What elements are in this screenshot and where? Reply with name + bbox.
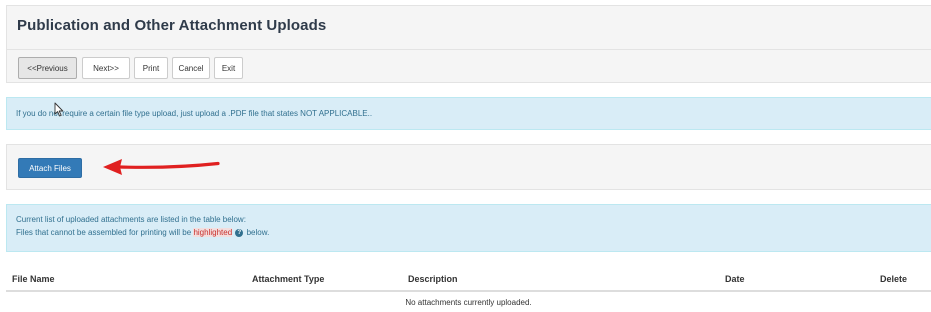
info-line-2: Files that cannot be assembled for print… [16, 228, 269, 237]
empty-table-message: No attachments currently uploaded. [405, 297, 532, 307]
info-line-2-text: Files that cannot be assembled for print… [16, 228, 192, 237]
info-line-1: Current list of uploaded attachments are… [16, 215, 246, 224]
notice-text: If you do not require a certain file typ… [16, 109, 373, 118]
column-header-date: Date [725, 268, 880, 292]
column-header-description: Description [408, 268, 725, 292]
column-header-attachment-type: Attachment Type [252, 268, 408, 292]
attach-files-button[interactable]: Attach Files [18, 158, 82, 178]
print-button[interactable]: Print [134, 57, 168, 79]
info-line-2-suffix: below. [246, 228, 270, 237]
column-header-file-name: File Name [6, 268, 252, 292]
next-button[interactable]: Next>> [82, 57, 130, 79]
highlighted-label: highlighted [193, 228, 233, 237]
cancel-button[interactable]: Cancel [172, 57, 210, 79]
page-title: Publication and Other Attachment Uploads [17, 17, 327, 34]
exit-button[interactable]: Exit [214, 57, 243, 79]
attachments-info-alert: Current list of uploaded attachments are… [6, 204, 931, 252]
table-header-row: File Name Attachment Type Description Da… [6, 268, 931, 292]
annotation-arrow-icon [103, 159, 220, 175]
table-row: No attachments currently uploaded. [6, 291, 931, 312]
previous-button[interactable]: <<Previous [18, 57, 77, 79]
notice-alert: If you do not require a certain file typ… [6, 97, 931, 130]
question-circle-icon[interactable]: ? [235, 228, 244, 237]
column-header-delete: Delete [880, 268, 931, 292]
navigation-toolbar: <<Previous Next>> Print Cancel Exit [7, 49, 931, 88]
mouse-cursor-icon [54, 102, 64, 117]
page-header-panel: Publication and Other Attachment Uploads… [6, 5, 931, 83]
attachments-table: File Name Attachment Type Description Da… [6, 268, 931, 312]
